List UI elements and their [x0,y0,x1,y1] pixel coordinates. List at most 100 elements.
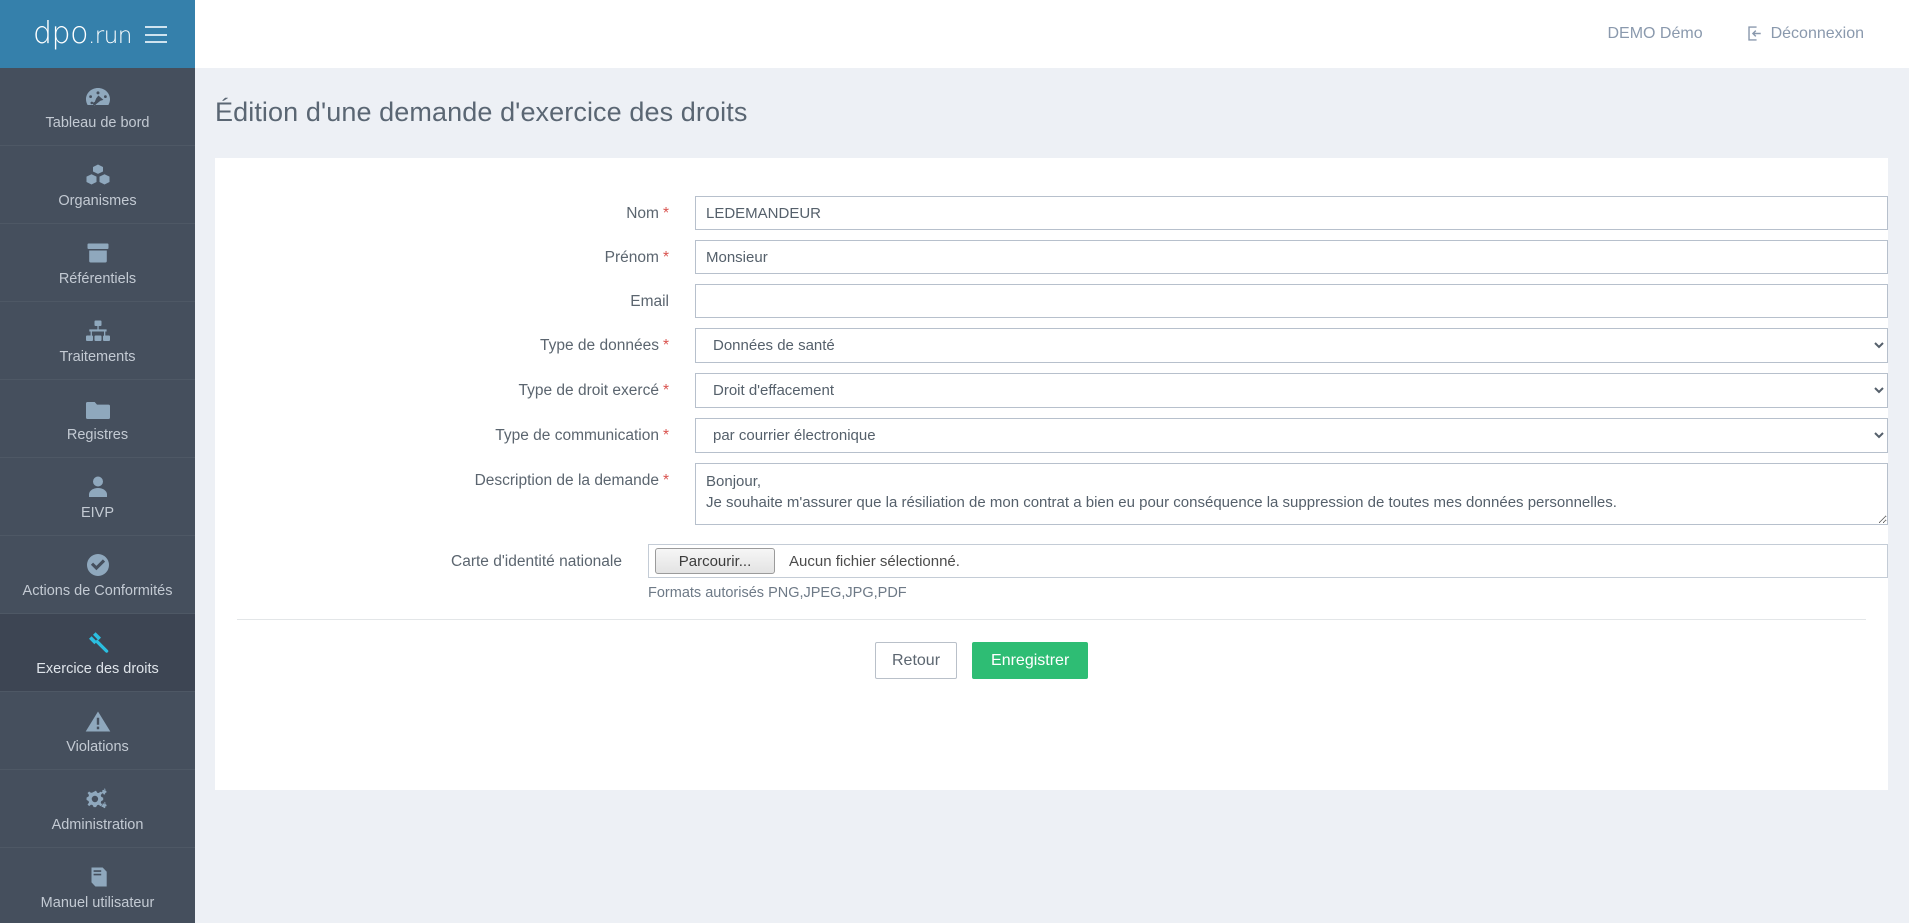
archive-box-icon [83,239,113,265]
gavel-icon [83,629,113,655]
sidebar-item-label: Organismes [58,192,137,209]
sidebar-item-label: Violations [66,738,129,755]
field-wrap-prenom [695,240,1888,274]
sign-out-icon [1746,25,1763,42]
sidebar-item-label: Manuel utilisateur [40,894,155,911]
required-marker: * [662,427,669,444]
sidebar-item-registres[interactable]: Registres [0,380,195,458]
sidebar: dpo.run Tableau de bord Organismes Référ… [0,0,206,923]
field-wrap-nom [695,196,1888,230]
type-de-droit-exerce-select[interactable]: Droit d'effacement [695,373,1888,408]
label-description: Description de la demande * [215,463,695,490]
sidebar-item-label: Tableau de bord [45,114,150,131]
required-marker: * [662,382,669,399]
label-text: Type de données [540,337,659,354]
gears-icon [83,785,113,811]
label-type-de-droit-exerce: Type de droit exercé * [215,373,695,400]
brand-header: dpo.run [0,0,195,68]
sidebar-item-label: Registres [66,426,129,443]
sidebar-item-label: EIVP [80,504,115,521]
main-content: Édition d'une demande d'exercice des dro… [195,68,1909,923]
sidebar-item-label: Traitements [59,348,136,365]
sidebar-item-exercice-des-droits[interactable]: Exercice des droits [0,614,206,692]
cubes-icon [83,161,113,187]
field-wrap-email [695,284,1888,318]
current-user-label: DEMO Démo [1607,24,1703,42]
required-marker: * [662,249,669,266]
field-wrap-type-de-donnees: Données de santé [695,328,1888,363]
logout-button[interactable]: Déconnexion [1746,25,1864,43]
rights-request-form: Nom* Prénom* Email [215,158,1888,679]
page-title: Édition d'une demande d'exercice des dro… [215,97,748,127]
sidebar-item-traitements[interactable]: Traitements [0,302,195,380]
field-wrap-carte-identite: Parcourir... Aucun fichier sélectionné. … [648,544,1888,601]
save-button[interactable]: Enregistrer [972,642,1089,679]
field-wrap-type-de-communication: par courrier électronique [695,418,1888,453]
field-row-carte-identite: Carte d'identité nationale Parcourir... … [215,544,1888,601]
allowed-formats-hint: Formats autorisés PNG,JPEG,JPG,PDF [648,585,907,601]
sidebar-item-actions-de-conformites[interactable]: Actions de Conformités [0,536,195,614]
required-marker: * [662,472,669,489]
back-button[interactable]: Retour [875,642,958,679]
nom-input[interactable] [695,196,1888,230]
sidebar-item-violations[interactable]: Violations [0,692,195,770]
field-wrap-type-de-droit-exerce: Droit d'effacement [695,373,1888,408]
field-row-type-de-donnees: Type de données * Données de santé [215,328,1888,363]
sidebar-item-label: Référentiels [58,270,137,287]
label-text: Type de communication [495,427,659,444]
description-textarea[interactable]: Bonjour, Je souhaite m'assurer que la ré… [695,463,1888,525]
app-root: dpo.run Tableau de bord Organismes Référ… [0,0,1909,923]
file-input[interactable]: Parcourir... Aucun fichier sélectionné. [648,544,1888,578]
type-de-communication-select[interactable]: par courrier électronique [695,418,1888,453]
logo-name: dpo [33,16,88,51]
sidebar-item-manuel-utilisateur[interactable]: Manuel utilisateur [0,848,195,923]
field-row-type-de-communication: Type de communication * par courrier élec… [215,418,1888,453]
sidebar-item-label: Exercice des droits [36,660,159,677]
sitemap-icon [83,317,113,343]
top-bar: DEMO Démo Déconnexion [195,0,1909,68]
prenom-input[interactable] [695,240,1888,274]
sidebar-item-label: Administration [51,816,144,833]
type-de-donnees-select[interactable]: Données de santé [695,328,1888,363]
label-text: Nom [626,205,659,222]
check-circle-icon [83,551,113,577]
field-row-type-de-droit-exerce: Type de droit exercé * Droit d'effacement [215,373,1888,408]
field-wrap-description: Bonjour, Je souhaite m'assurer que la ré… [695,463,1888,530]
label-carte-identite: Carte d'identité nationale [451,553,622,570]
hamburger-icon[interactable] [145,26,167,43]
logo-suffix: .run [87,23,132,49]
form-divider [237,619,1866,620]
sidebar-item-referentiels[interactable]: Référentiels [0,224,195,302]
field-row-description: Description de la demande * Bonjour, Je s… [215,463,1888,530]
sidebar-item-tableau-de-bord[interactable]: Tableau de bord [0,68,195,146]
label-type-de-donnees: Type de données * [215,328,695,355]
browse-button[interactable]: Parcourir... [655,548,775,574]
required-marker: * [662,337,669,354]
sidebar-item-organismes[interactable]: Organismes [0,146,195,224]
sidebar-item-eivp[interactable]: EIVP [0,458,195,536]
folder-icon [83,395,113,421]
required-marker: * [662,205,669,222]
app-logo[interactable]: dpo.run [33,19,132,49]
dashboard-gauge-icon [83,83,113,109]
user-icon [83,473,113,499]
email-input[interactable] [695,284,1888,318]
form-actions: Retour Enregistrer [875,642,1888,679]
label-prenom: Prénom * [215,240,695,267]
label-type-de-communication: Type de communication * [215,418,695,445]
label-email: Email [630,293,669,310]
label-text: Prénom [604,249,659,266]
field-row-nom: Nom * [215,196,1888,230]
sidebar-item-label: Actions de Conformités [22,582,173,599]
label-text: Type de droit exercé [518,382,659,399]
form-card: Nom* Prénom* Email [215,158,1888,790]
label-nom: Nom * [215,196,695,223]
field-row-email: Email [215,284,1888,318]
logout-label: Déconnexion [1770,24,1864,42]
label-text: Description de la demande [474,472,659,489]
book-icon [83,863,113,889]
sidebar-item-administration[interactable]: Administration [0,770,195,848]
warning-triangle-icon [83,707,113,733]
file-status-label: Aucun fichier sélectionné. [789,552,960,570]
field-row-prenom: Prénom * [215,240,1888,274]
